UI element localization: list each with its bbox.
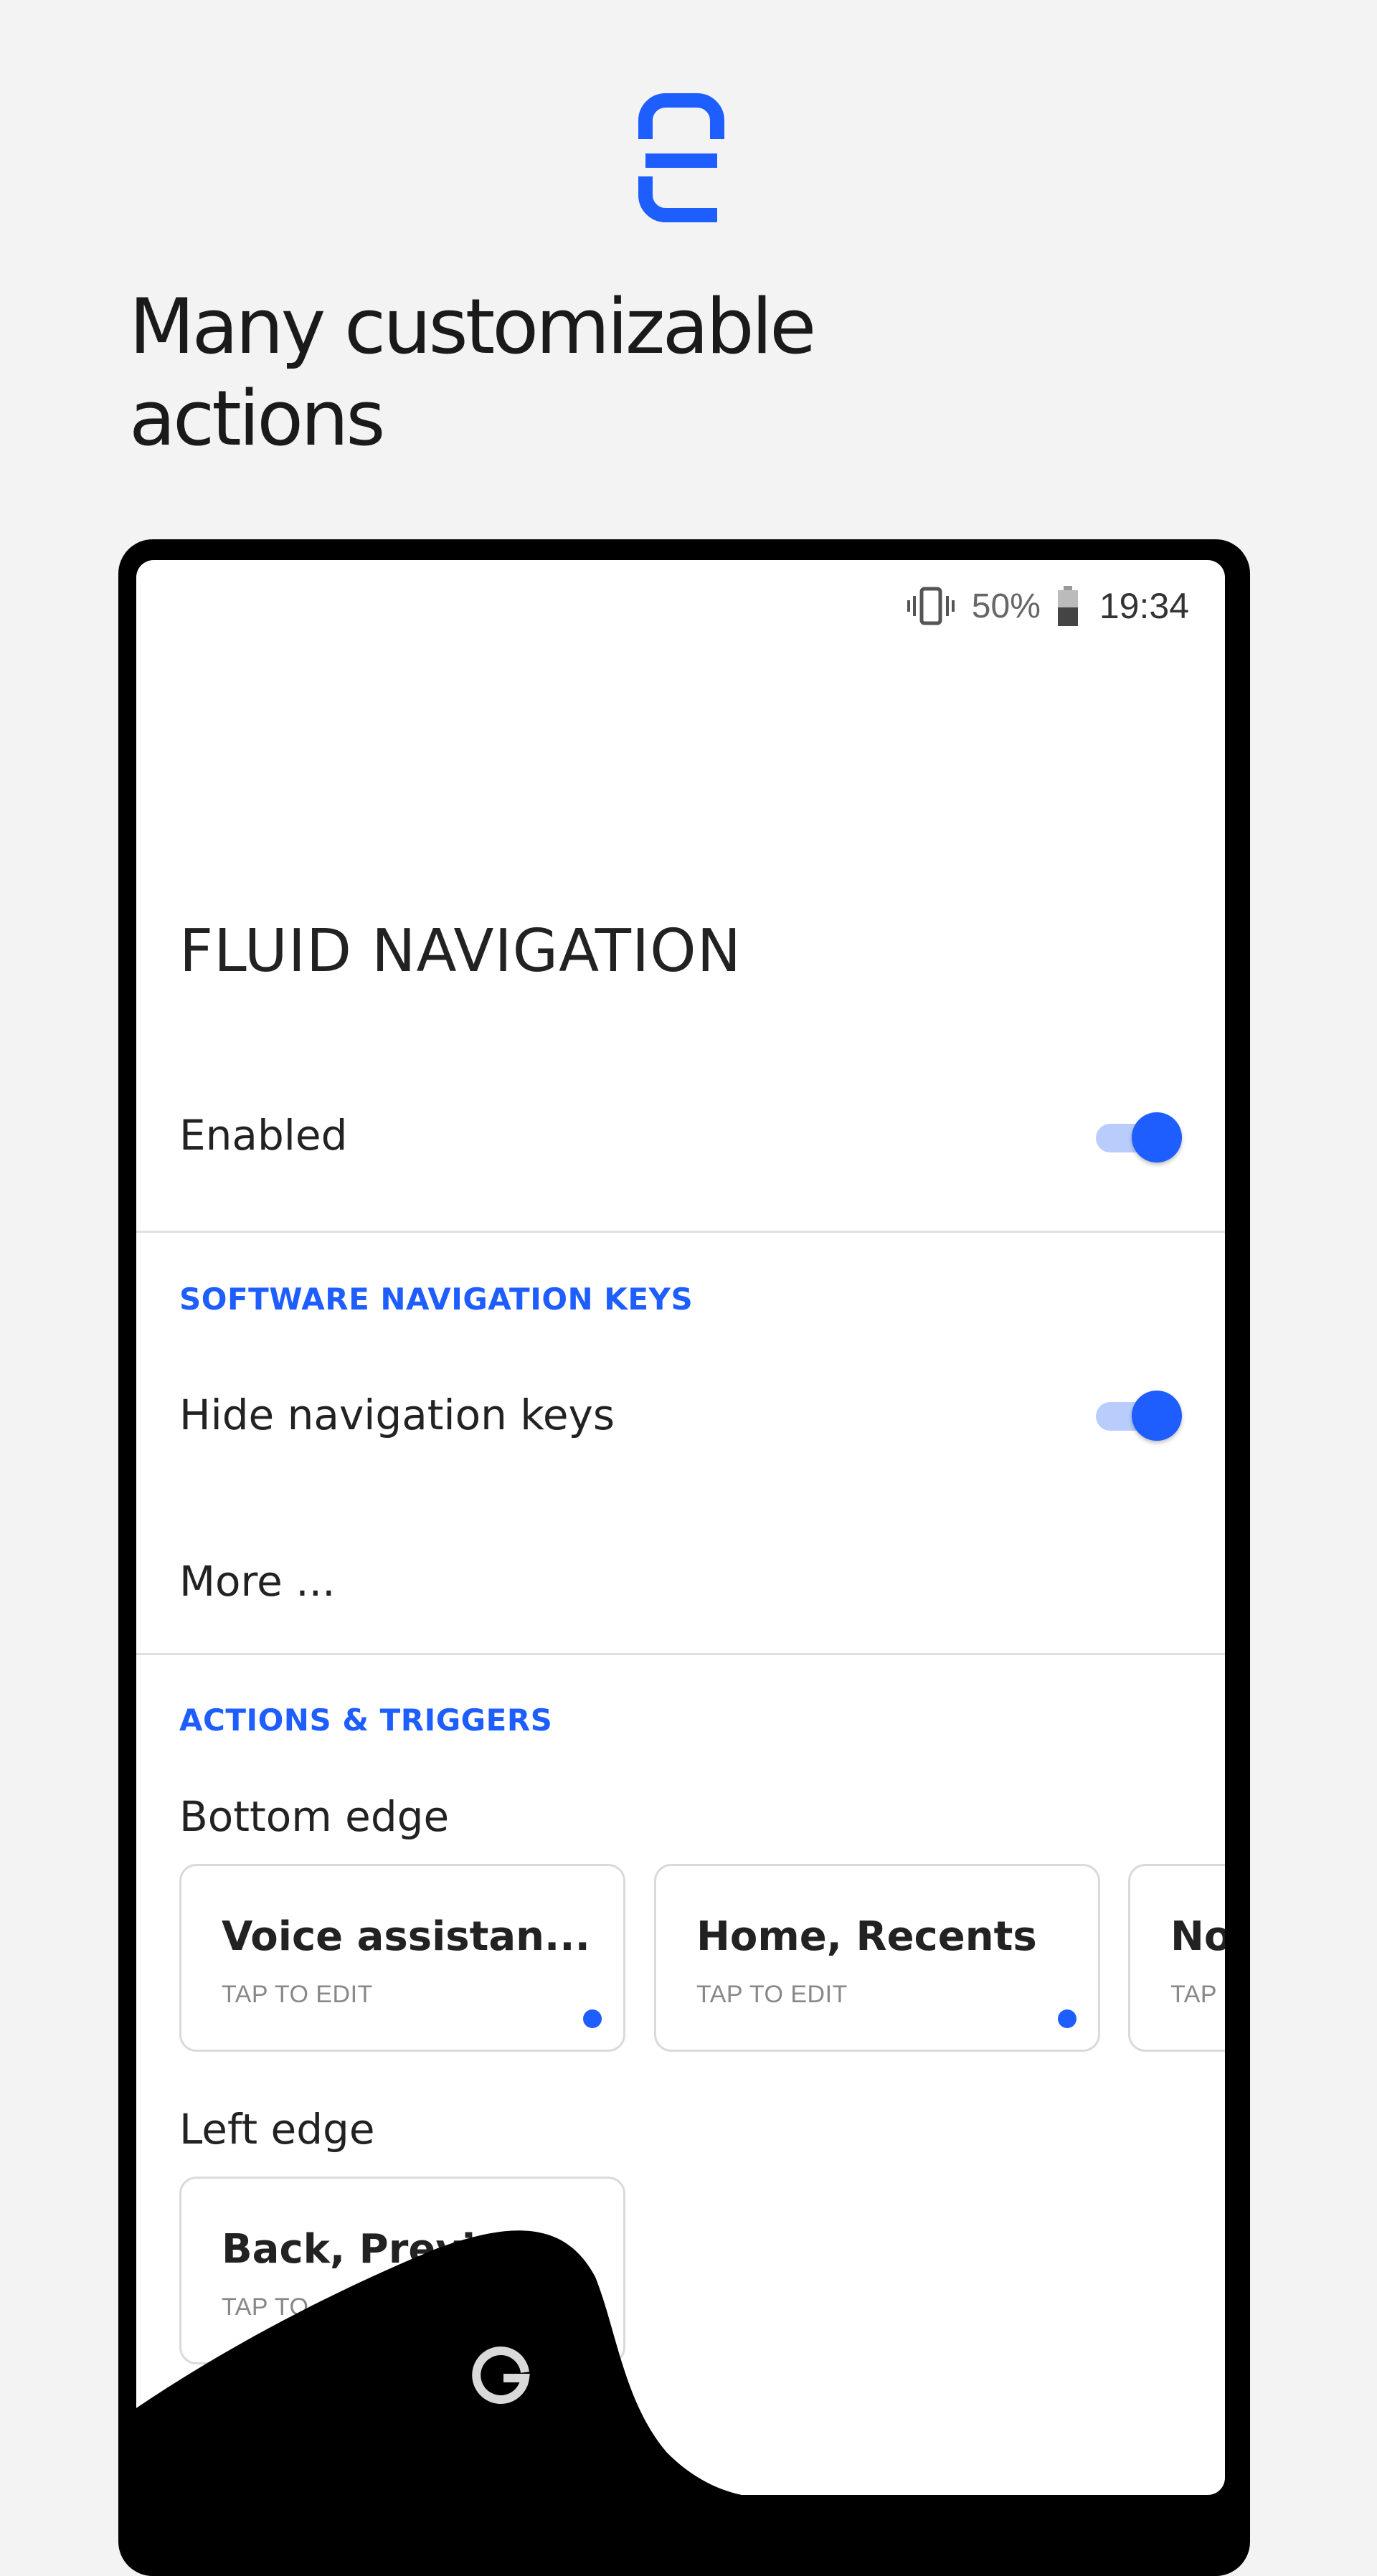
card-indicator-dot [583, 2009, 602, 2028]
toggle-thumb [1132, 1112, 1182, 1162]
enabled-toggle[interactable] [1096, 1108, 1182, 1165]
bottom-edge-card-home-recents[interactable]: Home, Recents TAP TO EDIT [654, 1864, 1100, 2052]
status-bar: 50% 19:34 [906, 577, 1189, 635]
headline-line-1: Many customizable [129, 283, 816, 371]
section-header-software-keys: SOFTWARE NAVIGATION KEYS [179, 1282, 694, 1317]
card-indicator-dot [1058, 2009, 1076, 2028]
section-header-actions-triggers: ACTIONS & TRIGGERS [179, 1703, 553, 1738]
enabled-label: Enabled [179, 1111, 348, 1160]
toggle-thumb [1132, 1391, 1182, 1441]
card-title: Home, Recents [696, 1913, 1037, 1960]
hide-navigation-keys-label: Hide navigation keys [179, 1391, 615, 1439]
card-subtitle: TAP TO EDIT [696, 1981, 848, 2008]
app-title: FLUID NAVIGATION [179, 917, 742, 985]
divider [136, 1653, 1225, 1655]
fluid-navigation-logo-icon [638, 93, 724, 222]
bottom-edge-card-partial[interactable]: No TAP [1128, 1864, 1225, 2052]
headline-line-2: actions [129, 374, 386, 463]
left-edge-card-back[interactable]: Back, Previ TAP TO [179, 2177, 625, 2364]
headline: Many customizable actions [129, 281, 1061, 465]
card-subtitle: TAP TO [222, 2293, 309, 2321]
card-title: Voice assistan... [222, 1913, 590, 1960]
phone-screen: 50% 19:34 FLUID NAVIGATION Enabled SOFTW… [136, 560, 1225, 2495]
battery-percent: 50% [971, 587, 1041, 625]
card-title: Back, Previ [222, 2226, 476, 2273]
bottom-edge-card-voice-assistant[interactable]: Voice assistan... TAP TO EDIT [179, 1864, 625, 2052]
divider [136, 1231, 1225, 1233]
vibrate-icon [907, 587, 955, 625]
battery-icon [1057, 586, 1078, 626]
bottom-edge-label: Bottom edge [179, 1792, 450, 1841]
hide-navigation-keys-toggle[interactable] [1096, 1386, 1182, 1444]
card-subtitle: TAP [1170, 1981, 1218, 2008]
card-title: No [1170, 1913, 1225, 1960]
clock: 19:34 [1099, 586, 1189, 626]
more-settings-item[interactable]: More ... [179, 1557, 336, 1606]
card-subtitle: TAP TO EDIT [222, 1981, 373, 2008]
left-edge-label: Left edge [179, 2105, 375, 2154]
